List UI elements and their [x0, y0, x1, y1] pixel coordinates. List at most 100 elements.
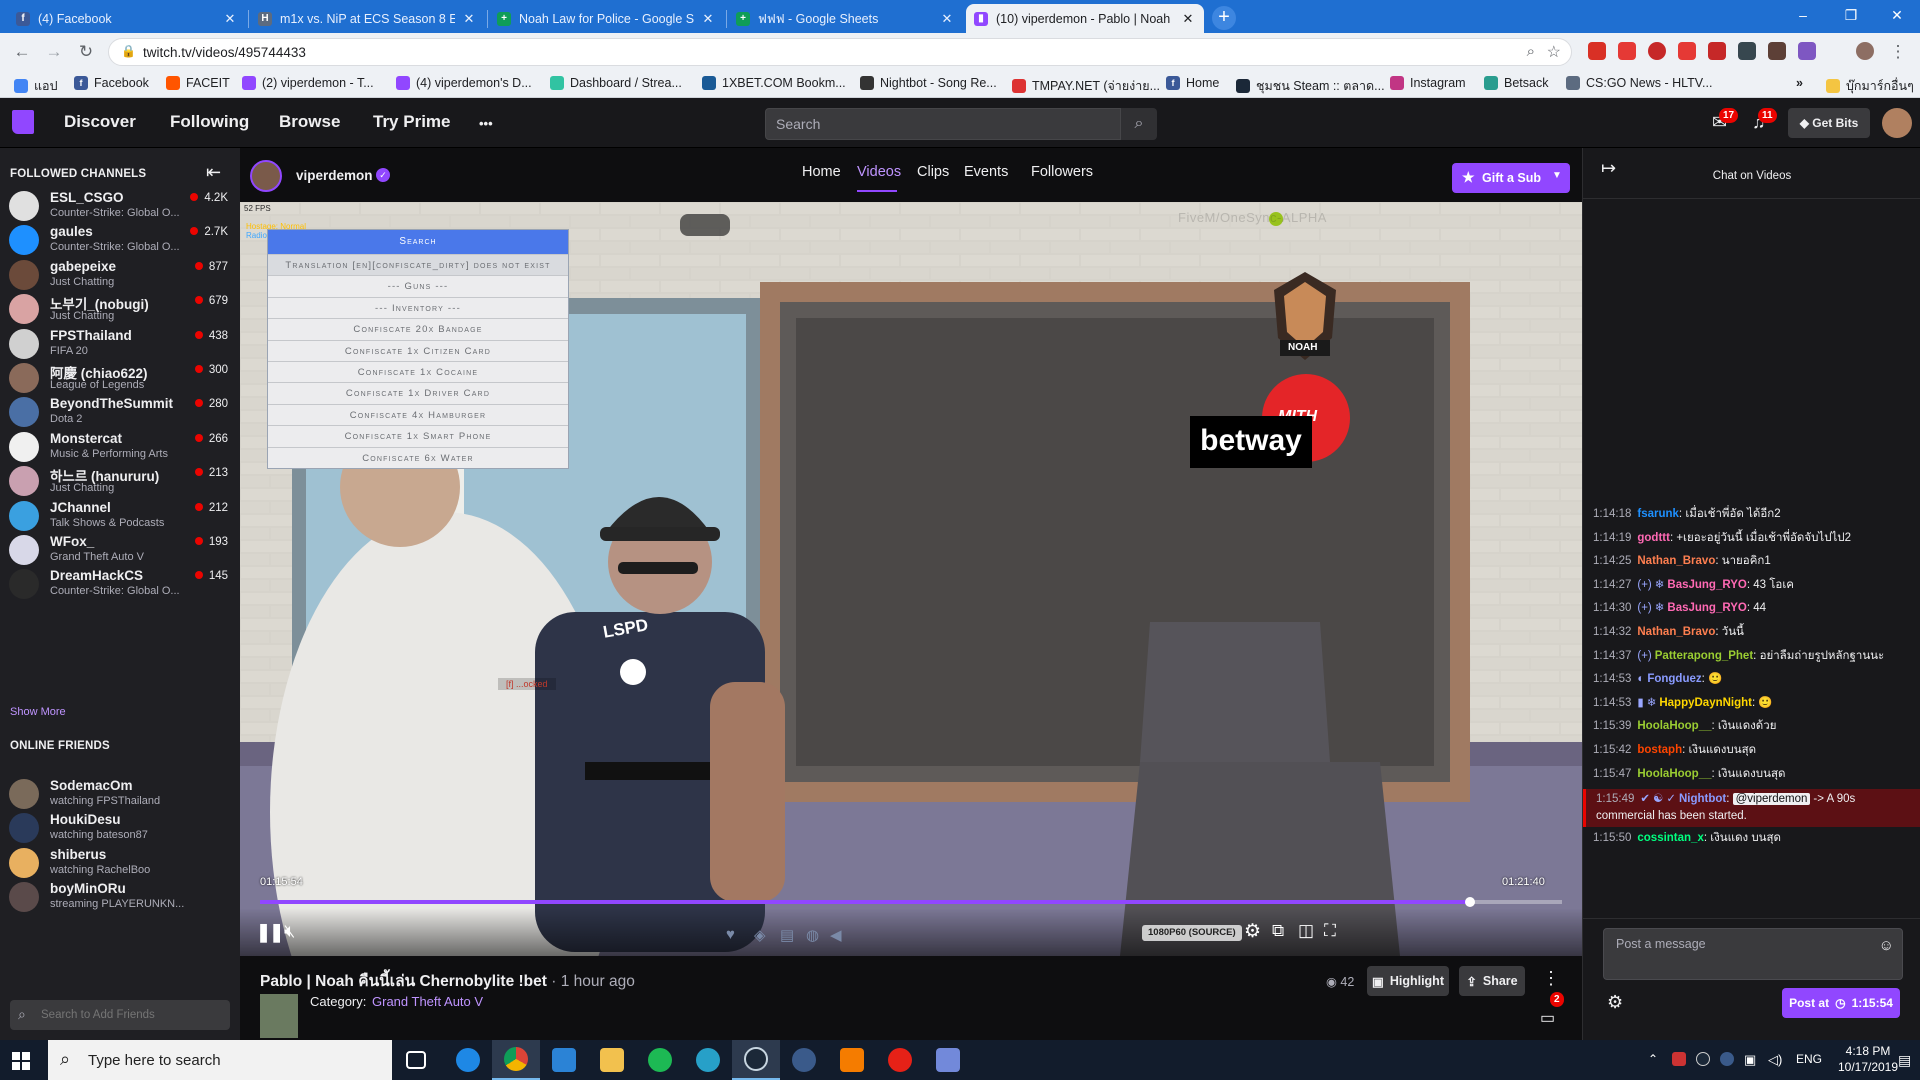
- browser-tab[interactable]: + Noah Law for Police - Google She ✕: [489, 4, 724, 33]
- file-explorer-icon[interactable]: [588, 1040, 636, 1080]
- tab-clips[interactable]: Clips: [917, 164, 949, 180]
- spotify-icon[interactable]: [636, 1040, 684, 1080]
- other-bookmarks[interactable]: บุ๊กมาร์กอื่นๆ: [1826, 76, 1914, 96]
- chat-username[interactable]: fsarunk: [1637, 508, 1679, 520]
- menu-item[interactable]: Translation [en][confiscate_dirty] does …: [268, 254, 568, 276]
- reload-icon[interactable]: ↻: [74, 40, 98, 64]
- chat-badge-icon[interactable]: ❄: [1655, 602, 1665, 614]
- chrome-menu-icon[interactable]: ⋮: [1886, 40, 1910, 64]
- category-link[interactable]: Grand Theft Auto V: [372, 994, 483, 1009]
- bookmark-apps[interactable]: แอป: [14, 76, 58, 96]
- menu-item[interactable]: Confiscate 20x Bandage: [268, 318, 568, 340]
- chat-username[interactable]: HoolaHoop__: [1637, 720, 1711, 732]
- search-icon[interactable]: ⌕: [1121, 108, 1157, 140]
- chat-bubble-icon[interactable]: ▭: [1540, 1008, 1555, 1028]
- close-window-button[interactable]: ✕: [1874, 0, 1920, 30]
- edge-icon[interactable]: [444, 1040, 492, 1080]
- chat-username[interactable]: cossintan_x: [1637, 832, 1703, 844]
- bookmark-item[interactable]: Betsack: [1484, 76, 1548, 90]
- app-blue-icon[interactable]: [780, 1040, 828, 1080]
- menu-item[interactable]: Confiscate 1x Driver Card: [268, 382, 568, 404]
- back-icon[interactable]: ←: [10, 40, 34, 64]
- tab-close-icon[interactable]: ✕: [222, 11, 238, 27]
- show-more-link[interactable]: Show More: [10, 706, 66, 718]
- tray-app-icon[interactable]: [1672, 1052, 1686, 1066]
- url-text[interactable]: twitch.tv/videos/495744433: [143, 45, 306, 60]
- app-orange-icon[interactable]: [828, 1040, 876, 1080]
- pause-icon[interactable]: ❚❚: [256, 922, 284, 943]
- chat-timestamp[interactable]: 1:14:19: [1593, 532, 1631, 544]
- bookmark-item[interactable]: (2) viperdemon - T...: [242, 76, 374, 90]
- extension-icon[interactable]: [1648, 42, 1666, 60]
- tray-app-icon[interactable]: [1720, 1052, 1734, 1066]
- browser-tab[interactable]: H m1x vs. NiP at ECS Season 8 Euro ✕: [250, 4, 485, 33]
- chat-timestamp[interactable]: 1:14:32: [1593, 626, 1631, 638]
- chat-username[interactable]: Nightbot: [1679, 793, 1726, 805]
- chat-badge-icon[interactable]: ❄: [1655, 579, 1665, 591]
- chat-username[interactable]: Nathan_Bravo: [1637, 626, 1715, 638]
- chat-timestamp[interactable]: 1:15:50: [1593, 832, 1631, 844]
- chat-timestamp[interactable]: 1:15:47: [1593, 768, 1631, 780]
- steam-icon[interactable]: [732, 1040, 780, 1080]
- chat-timestamp[interactable]: 1:14:53: [1593, 673, 1631, 685]
- new-tab-button[interactable]: +: [1212, 6, 1236, 30]
- tab-followers[interactable]: Followers: [1031, 164, 1093, 180]
- twitch-search-input[interactable]: [766, 109, 1120, 139]
- bookmark-item[interactable]: TMPAY.NET (จ่ายง่าย...: [1012, 76, 1160, 96]
- chat-badge-icon[interactable]: ❄: [1647, 697, 1657, 709]
- action-center-icon[interactable]: ▤: [1898, 1052, 1911, 1069]
- tab-videos[interactable]: Videos: [857, 164, 901, 180]
- more-options-icon[interactable]: ⋮: [1542, 968, 1560, 989]
- app-w-icon[interactable]: [684, 1040, 732, 1080]
- chat-badge-icon[interactable]: ✔: [1640, 793, 1650, 805]
- adblock-icon[interactable]: [1708, 42, 1726, 60]
- search-friends-input[interactable]: [10, 1000, 230, 1030]
- network-icon[interactable]: ▣: [1744, 1052, 1756, 1068]
- highlight-button[interactable]: ▣ Highlight: [1367, 966, 1449, 996]
- game-boxart[interactable]: [260, 994, 298, 1038]
- browser-tab-active[interactable]: ▮ (10) viperdemon - Pablo | Noah ✕: [966, 4, 1204, 33]
- sidebar-channel[interactable]: DreamHackCS Counter-Strike: Global O... 14…: [0, 562, 240, 604]
- minimize-button[interactable]: –: [1780, 0, 1826, 30]
- taskbar-search-input[interactable]: [48, 1040, 392, 1080]
- menu-item[interactable]: --- Guns ---: [268, 275, 568, 297]
- chat-timestamp[interactable]: 1:14:18: [1593, 508, 1631, 520]
- theatre-mode-icon[interactable]: ◫: [1298, 921, 1314, 941]
- tray-overflow-icon[interactable]: ⌃: [1648, 1052, 1658, 1066]
- chat-badge-icon[interactable]: (+): [1637, 650, 1651, 662]
- bookmark-item[interactable]: Dashboard / Strea...: [550, 76, 682, 90]
- tab-close-icon[interactable]: ✕: [461, 11, 477, 27]
- chat-username[interactable]: bostaph: [1637, 744, 1682, 756]
- tab-events[interactable]: Events: [964, 164, 1008, 180]
- extension-icon[interactable]: [1618, 42, 1636, 60]
- menu-item[interactable]: Confiscate 1x Citizen Card: [268, 339, 568, 361]
- user-avatar[interactable]: [1882, 108, 1912, 138]
- bookmark-item[interactable]: 1XBET.COM Bookm...: [702, 76, 846, 90]
- video-player[interactable]: 52 FPS Hostage: Normal Radio: LSPD Radio…: [240, 202, 1582, 956]
- chat-username[interactable]: HappyDaynNight: [1659, 697, 1752, 709]
- menu-item[interactable]: Confiscate 6x Water: [268, 446, 568, 468]
- nav-try-prime[interactable]: Try Prime: [373, 112, 451, 132]
- extension-icon[interactable]: [1768, 42, 1786, 60]
- clip-icon[interactable]: ⧉: [1272, 921, 1284, 941]
- language-indicator[interactable]: ENG: [1796, 1052, 1822, 1066]
- tab-close-icon[interactable]: ✕: [939, 11, 955, 27]
- menu-item[interactable]: Confiscate 1x Cocaine: [268, 360, 568, 383]
- chat-badge-icon[interactable]: ✓: [1666, 793, 1676, 805]
- bookmark-item[interactable]: Instagram: [1390, 76, 1466, 90]
- chat-timestamp[interactable]: 1:14:30: [1593, 602, 1631, 614]
- chat-timestamp[interactable]: 1:15:39: [1593, 720, 1631, 732]
- chat-timestamp[interactable]: 1:14:27: [1593, 579, 1631, 591]
- emote-picker-icon[interactable]: ☺: [1879, 937, 1894, 954]
- bookmark-item[interactable]: (4) viperdemon's D...: [396, 76, 532, 90]
- post-at-button[interactable]: Post at ◷ 1:15:54: [1782, 988, 1900, 1018]
- bookmarks-overflow-button[interactable]: »: [1796, 76, 1803, 90]
- extension-icon[interactable]: [1738, 42, 1756, 60]
- tray-steam-icon[interactable]: [1696, 1052, 1710, 1066]
- get-bits-button[interactable]: ◆ Get Bits: [1788, 108, 1870, 138]
- youtube-icon[interactable]: [876, 1040, 924, 1080]
- chrome-icon[interactable]: [492, 1040, 540, 1080]
- chat-username[interactable]: Nathan_Bravo: [1637, 555, 1715, 567]
- restore-button[interactable]: ❐: [1828, 0, 1874, 30]
- chat-username[interactable]: Patterapong_Phet: [1655, 650, 1753, 662]
